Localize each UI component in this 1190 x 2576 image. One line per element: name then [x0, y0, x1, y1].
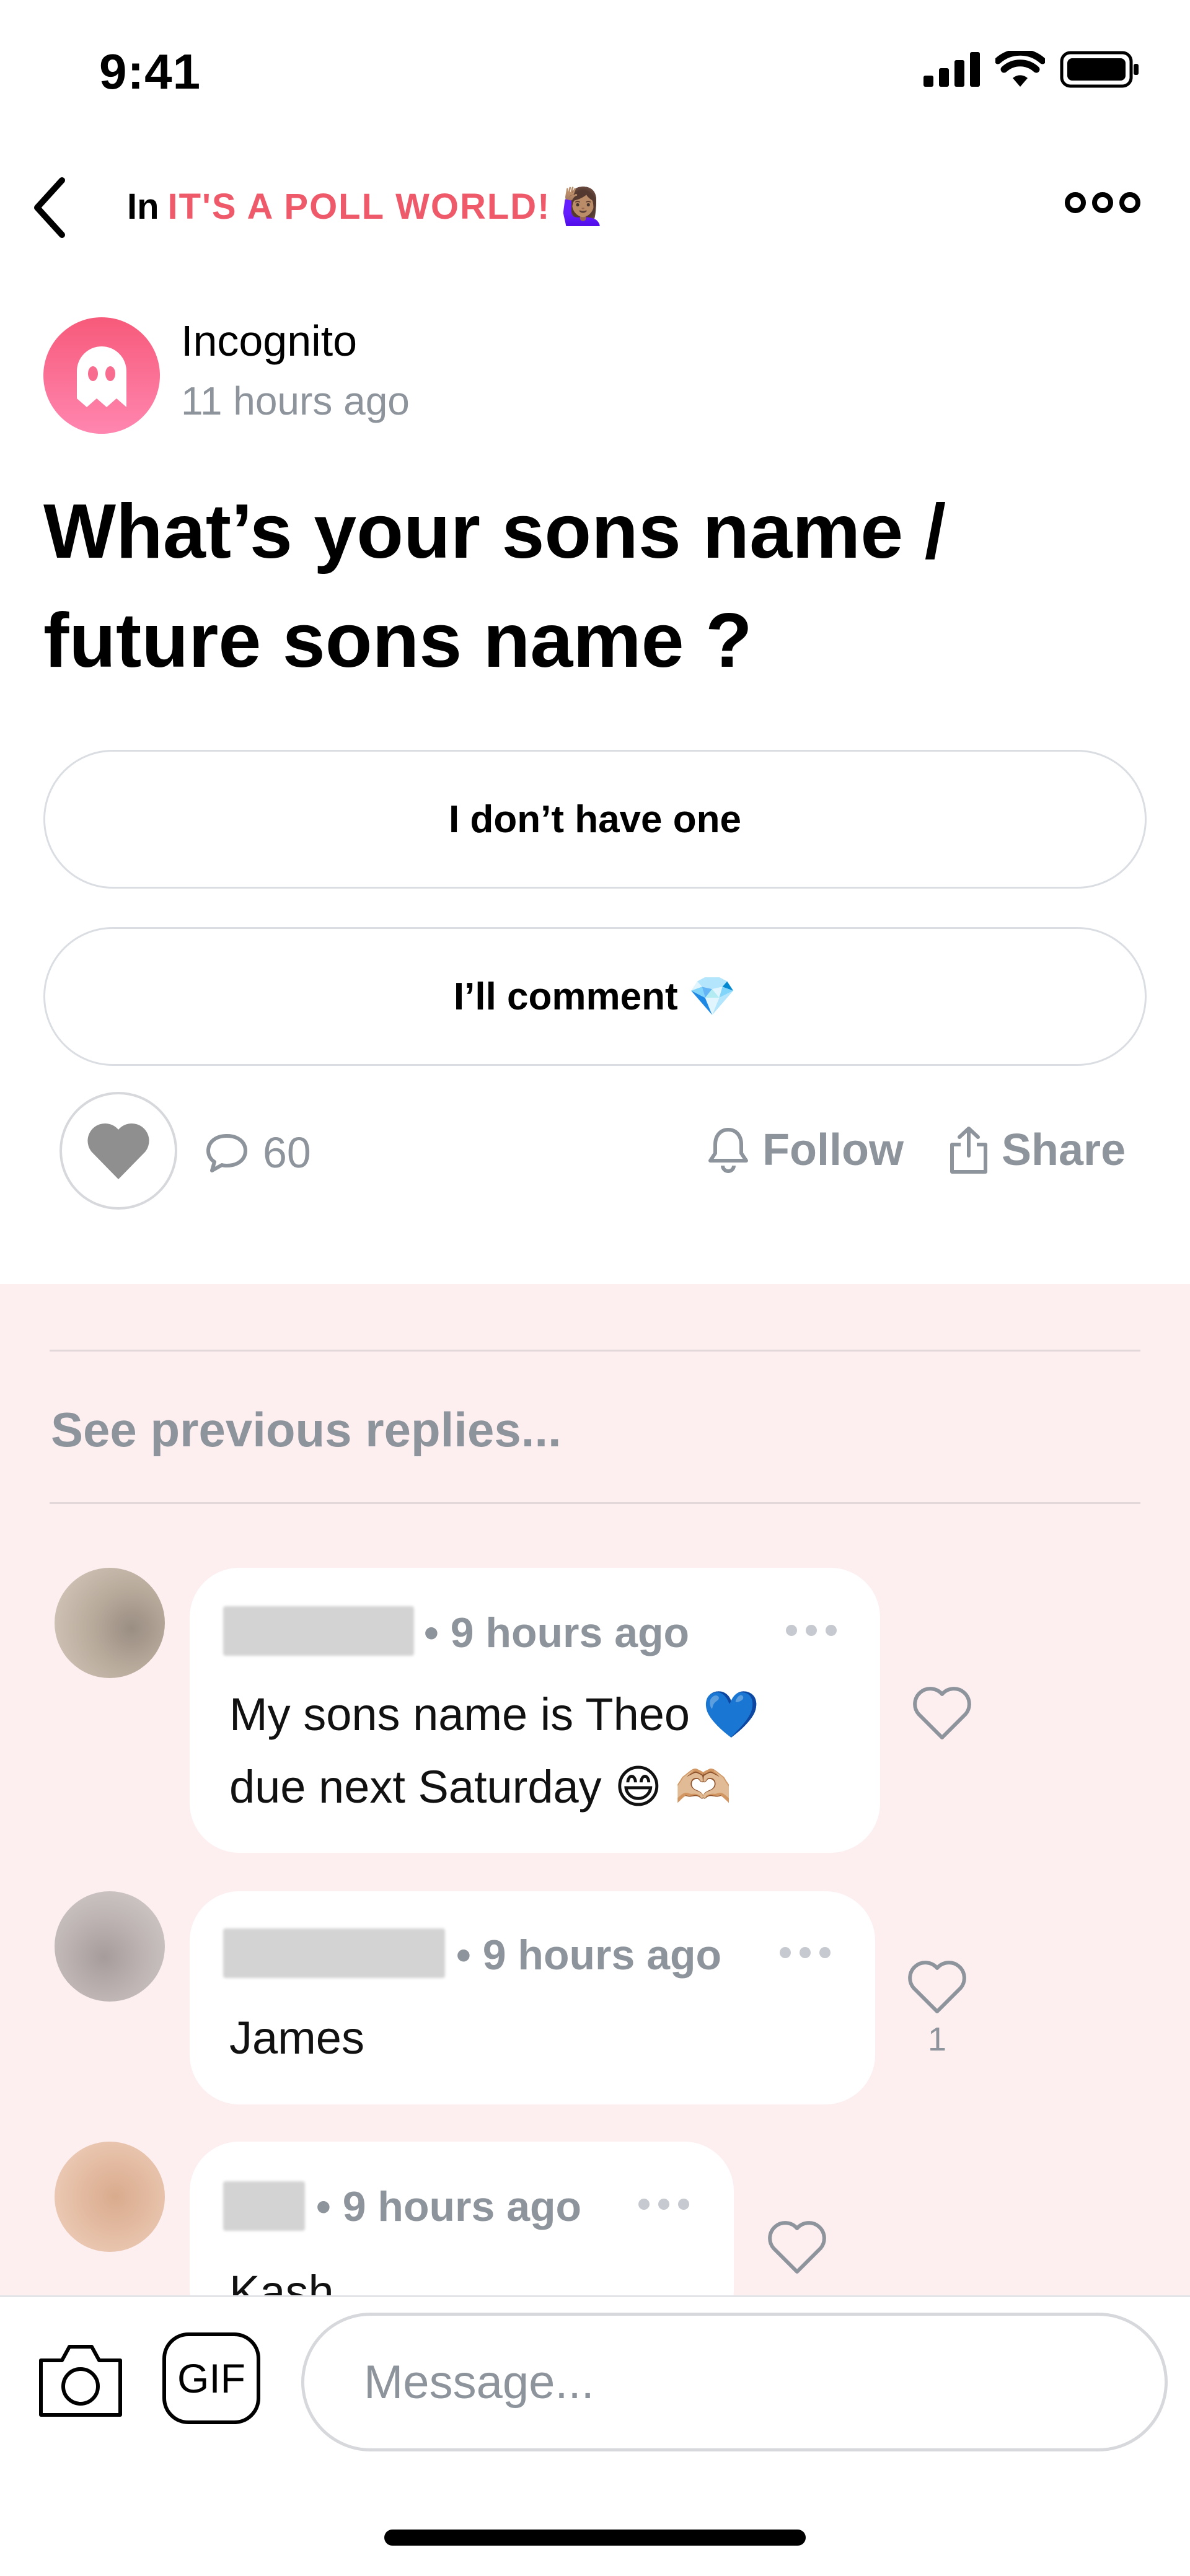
comment-like-count: 1 [927, 2021, 947, 2058]
like-button[interactable] [60, 1092, 177, 1210]
post-time: 11 hours ago [181, 379, 410, 423]
post-title: What’s your sons name / future sons name… [43, 489, 946, 684]
heart-icon [87, 1123, 149, 1179]
heart-outline-icon [908, 1961, 966, 2013]
more-options-button[interactable] [1065, 192, 1140, 213]
follow-label: Follow [762, 1125, 904, 1175]
divider [50, 1350, 1140, 1352]
comment-time: • 9 hours ago [456, 1932, 722, 1979]
group-name: IT'S A POLL WORLD! [167, 187, 551, 227]
status-icons [923, 51, 1140, 88]
commenter-name[interactable] [223, 1928, 445, 1978]
comments-button[interactable]: 60 [205, 1128, 311, 1177]
comment-text-line: due next Saturday 😄 🫶🏼 [229, 1761, 733, 1813]
commenter-avatar[interactable] [55, 1891, 165, 2002]
heart-outline-icon [913, 1687, 971, 1739]
poll-option-1[interactable]: I don’t have one [43, 750, 1147, 889]
comment-more-button[interactable] [780, 1947, 831, 1958]
follow-button[interactable]: Follow [707, 1125, 904, 1176]
comment-text-line: James [229, 2012, 364, 2064]
comment-bubble-icon [206, 1134, 247, 1172]
share-button[interactable]: Share [948, 1125, 1126, 1176]
share-label: Share [1002, 1125, 1126, 1175]
commenter-avatar[interactable] [55, 2142, 165, 2252]
camera-icon [39, 2345, 122, 2417]
ghost-icon [77, 346, 126, 407]
author-name[interactable]: Incognito [181, 316, 357, 366]
comment-time: • 9 hours ago [316, 2183, 582, 2230]
wifi-icon [995, 51, 1045, 87]
nav-prefix: In [127, 187, 159, 227]
status-time: 9:41 [99, 44, 201, 99]
commenter-avatar[interactable] [55, 1568, 165, 1678]
heart-outline-icon [768, 2221, 826, 2274]
author-avatar[interactable] [43, 317, 160, 434]
home-indicator [384, 2530, 806, 2546]
share-icon [950, 1127, 987, 1174]
see-previous-replies[interactable]: See previous replies... [51, 1402, 562, 1458]
comment-like-button[interactable]: 1 [906, 1958, 968, 2059]
group-emoji: 🙋🏽‍♀️ [560, 187, 606, 227]
poll-option-2[interactable]: I’ll comment 💎 [43, 927, 1147, 1066]
bell-icon [708, 1128, 748, 1173]
back-button[interactable] [25, 174, 74, 242]
signal-icon [923, 52, 980, 87]
comment-like-button[interactable] [911, 1684, 973, 1741]
camera-button[interactable] [35, 2339, 126, 2420]
comment-count: 60 [263, 1128, 311, 1177]
comment-more-button[interactable] [638, 2199, 689, 2210]
commenter-name[interactable] [223, 1606, 414, 1656]
divider [50, 1502, 1140, 1504]
chevron-left-icon [34, 177, 65, 238]
commenter-name[interactable] [223, 2181, 305, 2231]
gif-button[interactable]: GIF [162, 2332, 260, 2424]
comment-text-line: My sons name is Theo 💙 [229, 1689, 760, 1740]
comment-more-button[interactable] [786, 1625, 837, 1636]
group-link[interactable]: In IT'S A POLL WORLD! 🙋🏽‍♀️ [127, 186, 606, 228]
comment-time: • 9 hours ago [424, 1609, 690, 1656]
battery-icon [1060, 51, 1139, 88]
message-input[interactable] [301, 2313, 1168, 2451]
comment-like-button[interactable] [766, 2218, 828, 2275]
